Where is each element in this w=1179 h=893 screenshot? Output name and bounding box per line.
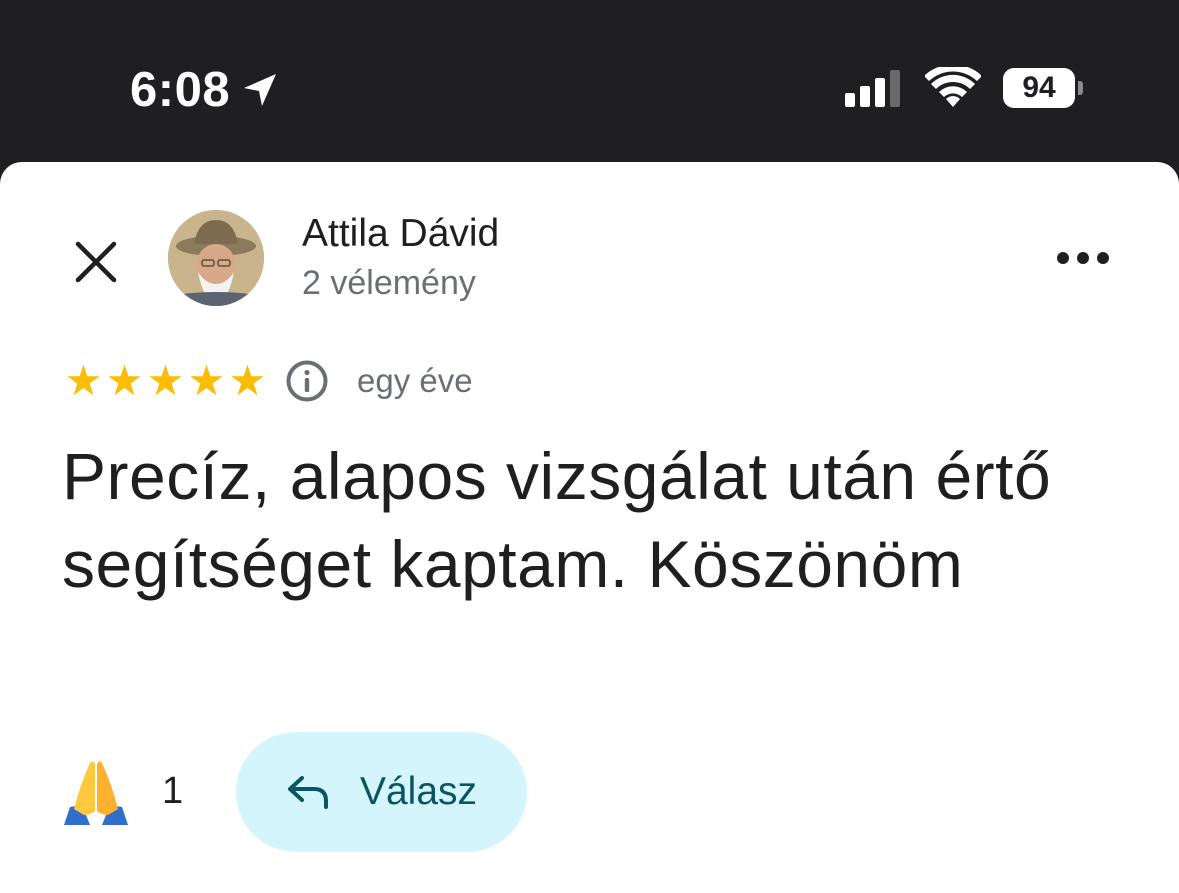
status-time: 6:08 <box>130 63 231 117</box>
star-icon: ★ <box>64 356 103 405</box>
rating-row: ★ ★ ★ ★ ★ egy éve <box>62 358 473 404</box>
reply-arrow-icon <box>286 774 330 810</box>
wifi-icon <box>924 64 982 109</box>
review-age: egy éve <box>357 362 473 399</box>
reply-button[interactable]: Válasz <box>236 732 527 852</box>
battery-level: 94 <box>1003 68 1075 108</box>
folded-hands-emoji <box>60 755 132 827</box>
more-options-button[interactable] <box>1050 238 1116 278</box>
close-button[interactable] <box>68 234 124 290</box>
reply-label: Válasz <box>359 770 478 813</box>
reviewer-name[interactable]: Attila Dávid <box>302 212 499 256</box>
more-horizontal-icon <box>1057 252 1109 264</box>
star-icon: ★ <box>187 356 226 405</box>
close-icon <box>75 241 117 283</box>
location-arrow-icon <box>240 70 280 110</box>
star-rating: ★ ★ ★ ★ ★ <box>62 360 267 402</box>
avatar[interactable] <box>168 210 264 306</box>
status-bar: 6:08 94 <box>0 0 1179 170</box>
reaction-button[interactable]: 1 <box>60 756 183 826</box>
review-count: 2 vélemény <box>302 264 476 302</box>
time-group: 6:08 <box>130 60 280 120</box>
star-icon: ★ <box>146 356 185 405</box>
status-icons: 94 <box>845 64 1083 110</box>
review-sheet: Attila Dávid 2 vélemény ★ ★ ★ ★ ★ egy év… <box>0 162 1179 893</box>
cellular-signal-icon <box>845 69 903 107</box>
star-icon: ★ <box>105 356 144 405</box>
battery-tip <box>1078 81 1083 95</box>
review-text: Precíz, alapos vizsgálat után értő segít… <box>62 439 1052 601</box>
battery-icon: 94 <box>1003 68 1083 108</box>
reaction-count: 1 <box>162 769 184 812</box>
info-icon[interactable] <box>285 359 329 403</box>
star-icon: ★ <box>228 356 267 405</box>
